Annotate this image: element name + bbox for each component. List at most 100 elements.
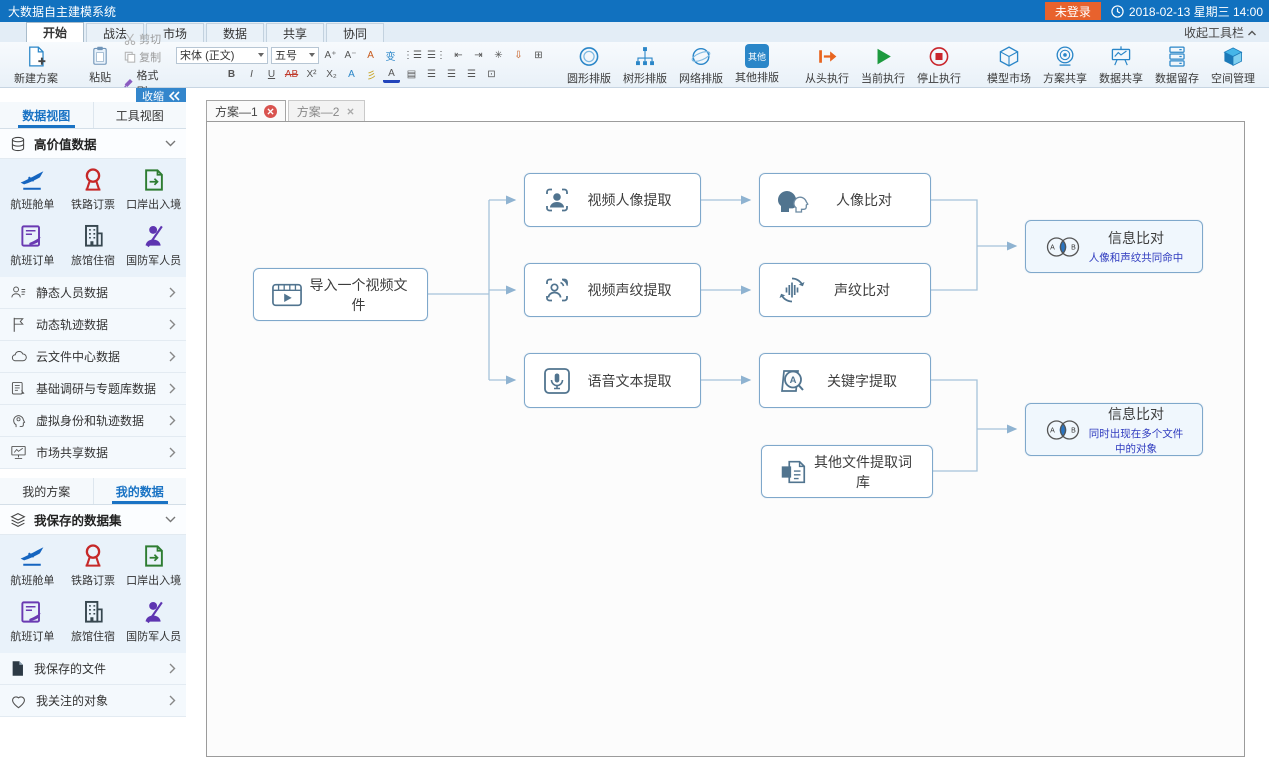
chevron-right-icon [169,447,176,458]
flow-canvas[interactable]: 导入一个视频文件 视频人像提取 视频声纹提取 [206,121,1245,757]
caret-icon [309,53,315,57]
run-from-start-button[interactable]: 从头执行 [799,44,855,86]
number-list-button[interactable]: ☰⋮ [426,47,447,63]
title-bar: 大数据自主建模系统 未登录 2018-02-13 星期三 14:00 [0,0,1269,22]
dataset-rail-ticket[interactable]: 铁路订票 [63,539,124,591]
microphone-icon [541,365,573,397]
dataset-flight-manifest[interactable]: 航班舱单 [2,163,63,215]
face-compare-icon [776,184,812,216]
flow-node-video-face-extract[interactable]: 视频人像提取 [524,173,701,227]
phonetic-button[interactable]: 变 [382,47,399,63]
data-share-button[interactable]: 数据共享 [1093,44,1149,86]
server-stack-icon [1164,44,1190,69]
highlight-button[interactable]: 彡 [363,67,380,83]
cube-filled-icon [1220,44,1246,69]
new-plan-button[interactable]: 新建方案 [8,44,64,86]
stop-run-button[interactable]: 停止执行 [911,44,967,86]
align-center-button[interactable]: ☰ [443,67,460,83]
sidebar-item-virtual-identity-data[interactable]: 虚拟身份和轨迹数据 [0,405,186,437]
sidebar-item-dynamic-track-data[interactable]: 动态轨迹数据 [0,309,186,341]
strikethrough-button[interactable]: AB [283,67,300,83]
align-right-button[interactable]: ☰ [463,67,480,83]
dataset-border-entry-exit[interactable]: 口岸出入境 [123,163,184,215]
network-layout-button[interactable]: 网络排版 [673,44,729,86]
indent-button[interactable]: ⇥ [470,47,487,63]
font-size-select[interactable]: 五号 [271,47,319,64]
tab-my-data[interactable]: 我的数据 [94,478,187,504]
dataset-military-personnel[interactable]: 国防军人员 [123,219,184,271]
flow-node-voice-compare[interactable]: 声纹比对 [759,263,931,317]
flow-node-keyword-extract[interactable]: A 关键字提取 [759,353,931,408]
flow-node-speech-text-extract[interactable]: 语音文本提取 [524,353,701,408]
sidebar-item-my-saved-files[interactable]: 我保存的文件 [0,653,186,685]
ribbon-tab-collab[interactable]: 协同 [326,23,384,42]
asian-layout-button[interactable]: ✳ [490,47,507,63]
space-manage-button[interactable]: 空间管理 [1205,44,1261,86]
sidebar-item-cloud-file-data[interactable]: 云文件中心数据 [0,341,186,373]
italic-button[interactable]: I [243,67,260,83]
dataset-military-personnel[interactable]: 国防军人员 [123,595,184,647]
dataset-flight-order[interactable]: 航班订单 [2,219,63,271]
copy-button[interactable]: 复制 [124,49,162,65]
section-high-value-data[interactable]: 高价值数据 [0,129,186,159]
ribbon-tab-row: 开始 战法 市场 数据 共享 协同 [0,22,1269,42]
other-layout-button[interactable]: 其他 其他排版 [729,44,785,86]
superscript-button[interactable]: X² [303,67,320,83]
font-family-select[interactable]: 宋体 (正文) [176,47,268,64]
clear-format-button[interactable]: A [362,47,379,63]
run-current-button[interactable]: 当前执行 [855,44,911,86]
dataset-rail-ticket[interactable]: 铁路订票 [63,163,124,215]
font-grow-button[interactable]: A⁺ [322,47,339,63]
sidebar-item-my-followed-objects[interactable]: 我关注的对象 [0,685,186,717]
ribbon-tab-start[interactable]: 开始 [26,22,84,42]
model-market-button[interactable]: 模型市场 [981,44,1037,86]
doc-tab-plan-2[interactable]: 方案—2 [288,100,366,121]
ribbon-tab-data[interactable]: 数据 [206,23,264,42]
flow-node-info-compare-1[interactable]: A B 信息比对 人像和声纹共同命中 [1025,220,1203,273]
section-my-saved-datasets[interactable]: 我保存的数据集 [0,505,186,535]
sidebar-item-research-library-data[interactable]: 基础调研与专题库数据 [0,373,186,405]
align-left-button[interactable]: ☰ [423,67,440,83]
text-effects-button[interactable]: A [343,67,360,83]
flow-node-info-compare-2[interactable]: A B 信息比对 同时出现在多个文件中的对象 [1025,403,1203,456]
dataset-hotel-stay[interactable]: 旅馆住宿 [63,595,124,647]
subscript-button[interactable]: X₂ [323,67,340,83]
dataset-hotel-stay[interactable]: 旅馆住宿 [63,219,124,271]
flow-node-other-files-lexicon[interactable]: 其他文件提取词库 [761,445,933,498]
login-status-badge[interactable]: 未登录 [1045,2,1101,20]
tab-tool-view[interactable]: 工具视图 [94,102,187,128]
flow-node-import-video[interactable]: 导入一个视频文件 [253,268,428,321]
bold-button[interactable]: B [223,67,240,83]
bullet-list-button[interactable]: ⋮☰ [402,47,423,63]
font-color-button[interactable]: A [383,67,400,83]
underline-button[interactable]: U [263,67,280,83]
doc-tab-plan-1[interactable]: 方案—1 [206,100,286,121]
dataset-flight-order[interactable]: 航班订单 [2,595,63,647]
sidebar-item-static-person-data[interactable]: 静态人员数据 [0,277,186,309]
close-tab-icon[interactable] [264,105,277,118]
outdent-button[interactable]: ⇤ [450,47,467,63]
tab-my-plans[interactable]: 我的方案 [0,478,94,504]
sort-button[interactable]: ⇩ [510,47,527,63]
paste-button[interactable]: 粘贴 [78,44,122,86]
flow-node-face-compare[interactable]: 人像比对 [759,173,931,227]
collapse-toolbar-button[interactable]: 收起工具栏 [1184,24,1257,41]
circle-layout-button[interactable]: 圆形排版 [561,44,617,86]
tab-data-view[interactable]: 数据视图 [0,102,94,128]
tree-layout-button[interactable]: 树形排版 [617,44,673,86]
dataset-flight-manifest[interactable]: 航班舱单 [2,539,63,591]
char-shading-button[interactable]: ▤ [403,67,420,83]
sidebar-item-market-shared-data[interactable]: 市场共享数据 [0,437,186,469]
font-shrink-button[interactable]: A⁻ [342,47,359,63]
cut-button[interactable]: 剪切 [124,31,162,47]
show-marks-button[interactable]: ⊞ [530,47,547,63]
close-tab-icon[interactable] [345,106,356,117]
data-retention-button[interactable]: 数据留存 [1149,44,1205,86]
plan-share-button[interactable]: 方案共享 [1037,44,1093,86]
flow-node-video-voice-extract[interactable]: 视频声纹提取 [524,263,701,317]
dataset-border-entry-exit[interactable]: 口岸出入境 [123,539,184,591]
hotel-building-icon [79,222,107,250]
ribbon-tab-share[interactable]: 共享 [266,23,324,42]
flag-icon [10,316,27,333]
borders-button[interactable]: ⊡ [483,67,500,83]
